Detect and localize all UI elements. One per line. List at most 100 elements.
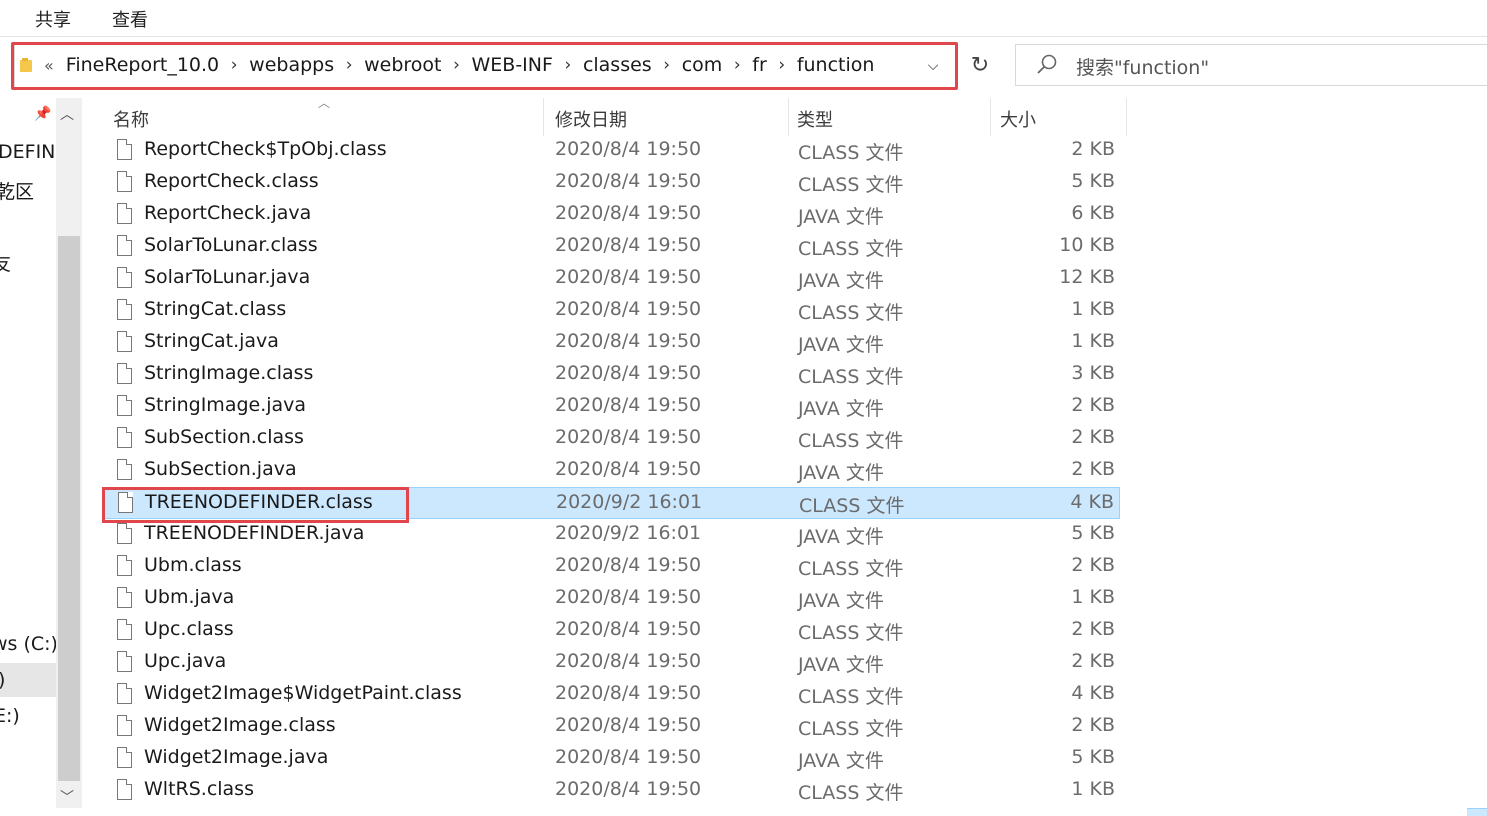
table-row[interactable]: Upc.class 2020/8/4 19:50 CLASS 文件 2 KB [104,615,1120,647]
file-date: 2020/9/2 16:01 [555,522,702,544]
crumb-classes[interactable]: classes [583,54,652,76]
column-header-date[interactable]: 修改日期 [555,106,627,132]
file-name: Widget2Image.java [144,746,329,768]
nav-item-quick[interactable]: DEFIN [0,141,55,163]
overflow-chevron-icon[interactable]: « [44,56,54,75]
table-row[interactable]: StringImage.class 2020/8/4 19:50 CLASS 文件 3… [104,359,1120,391]
file-date: 2020/8/4 19:50 [555,330,702,352]
table-row[interactable]: SolarToLunar.class 2020/8/4 19:50 CLASS 文件… [104,231,1120,263]
table-row[interactable]: ReportCheck.class 2020/8/4 19:50 CLASS 文件 5… [104,167,1120,199]
file-type: CLASS 文件 [798,366,904,388]
crumb-com[interactable]: com [682,54,723,76]
file-size: 2 KB [1071,138,1115,160]
file-size: 5 KB [1071,170,1115,192]
nav-item-drive-c[interactable]: ws (C:) [0,633,58,655]
crumb-function[interactable]: function [797,54,875,76]
file-size: 5 KB [1071,522,1115,544]
column-header-name[interactable]: 名称 [113,106,149,132]
table-row[interactable]: Widget2Image.class 2020/8/4 19:50 CLASS 文件… [104,711,1120,743]
nav-item-4[interactable]: 友 [0,249,11,276]
file-date: 2020/9/2 16:01 [556,491,703,513]
nav-item-drive-e[interactable]: E:) [0,705,20,727]
crumb-separator-icon[interactable]: › [722,55,752,75]
table-row[interactable]: StringImage.java 2020/8/4 19:50 JAVA 文件 2 K… [104,391,1120,423]
table-row[interactable]: SolarToLunar.java 2020/8/4 19:50 JAVA 文件 12… [104,263,1120,295]
table-row[interactable]: StringCat.java 2020/8/4 19:50 JAVA 文件 1 KB [104,327,1120,359]
table-row[interactable]: TREENODEFINDER.java 2020/9/2 16:01 JAVA 文件… [104,519,1120,551]
table-row[interactable]: SubSection.class 2020/8/4 19:50 CLASS 文件 2 … [104,423,1120,455]
ribbon-tab-view[interactable]: 查看 [112,6,148,32]
file-name: Upc.java [144,650,227,672]
crumb-separator-icon[interactable]: › [442,55,472,75]
file-type: CLASS 文件 [798,686,904,708]
file-size: 1 KB [1071,778,1115,800]
scroll-up-icon[interactable]: ︿ [60,104,74,124]
crumb-separator-icon[interactable]: › [767,55,797,75]
table-row[interactable]: SubSection.java 2020/8/4 19:50 JAVA 文件 2 KB [104,455,1120,487]
crumb-separator-icon[interactable]: › [553,55,583,75]
crumb-webroot[interactable]: webroot [364,54,441,76]
column-divider[interactable] [990,98,991,136]
file-type: CLASS 文件 [798,302,904,324]
table-row[interactable]: ReportCheck$TpObj.class 2020/8/4 19:50 CLA… [104,135,1120,167]
file-icon [117,395,132,416]
file-name: StringImage.java [144,394,307,416]
nav-item-3[interactable]: ] [0,213,1,235]
file-type: CLASS 文件 [798,174,904,196]
file-name: TREENODEFINDER.java [144,522,365,544]
address-dropdown-icon[interactable]: ⌵ [922,58,944,76]
file-date: 2020/8/4 19:50 [555,298,702,320]
file-name: Ubm.java [144,586,235,608]
table-row[interactable]: Widget2Image.java 2020/8/4 19:50 JAVA 文件 5 … [104,743,1120,775]
crumb-fr[interactable]: fr [752,54,767,76]
pin-icon[interactable]: 📌 [34,106,51,122]
crumb-separator-icon[interactable]: › [219,55,249,75]
file-date: 2020/8/4 19:50 [555,458,702,480]
file-type: CLASS 文件 [798,142,904,164]
column-divider[interactable] [1126,98,1127,136]
table-row[interactable]: Ubm.class 2020/8/4 19:50 CLASS 文件 2 KB [104,551,1120,583]
nav-scrollbar-thumb[interactable] [58,236,80,781]
crumb-web-inf[interactable]: WEB-INF [472,54,553,76]
file-size: 3 KB [1071,362,1115,384]
table-row[interactable]: Ubm.java 2020/8/4 19:50 JAVA 文件 1 KB [104,583,1120,615]
file-size: 2 KB [1071,618,1115,640]
column-header-type[interactable]: 类型 [797,106,833,132]
crumb-webapps[interactable]: webapps [249,54,334,76]
column-divider[interactable] [543,98,544,136]
nav-item-area[interactable]: 乾区 [0,177,34,204]
scroll-down-icon[interactable]: ﹀ [60,787,74,807]
file-date: 2020/8/4 19:50 [555,266,702,288]
ribbon-tab-share[interactable]: 共享 [35,6,71,32]
file-size: 2 KB [1071,650,1115,672]
table-row[interactable]: Upc.java 2020/8/4 19:50 JAVA 文件 2 KB [104,647,1120,679]
table-row[interactable]: Widget2Image$WidgetPaint.class 2020/8/4 1… [104,679,1120,711]
refresh-icon[interactable]: ↻ [962,50,998,82]
file-icon [117,363,132,384]
file-name: StringCat.java [144,330,279,352]
file-name: SubSection.class [144,426,304,448]
crumb-separator-icon[interactable]: › [652,55,682,75]
table-row[interactable]: TREENODEFINDER.class 2020/9/2 16:01 CLASS … [104,487,1120,519]
file-icon [117,203,132,224]
crumb-finereport[interactable]: FineReport_10.0 [66,54,219,76]
column-header-size[interactable]: 大小 [1000,106,1036,132]
file-name: Widget2Image.class [144,714,336,736]
table-row[interactable]: ReportCheck.java 2020/8/4 19:50 JAVA 文件 6 K… [104,199,1120,231]
nav-selected-item[interactable] [0,663,56,697]
crumb-separator-icon[interactable]: › [334,55,364,75]
file-name: SubSection.java [144,458,297,480]
file-type: JAVA 文件 [798,206,884,228]
table-row[interactable]: WltRS.class 2020/8/4 19:50 CLASS 文件 1 KB [104,775,1120,807]
file-icon [117,747,132,768]
file-type: CLASS 文件 [798,430,904,452]
file-size: 6 KB [1071,202,1115,224]
file-name: StringCat.class [144,298,287,320]
table-row[interactable]: StringCat.class 2020/8/4 19:50 CLASS 文件 1 K… [104,295,1120,327]
file-date: 2020/8/4 19:50 [555,234,702,256]
nav-item-drive-d[interactable]: ) [0,669,5,691]
file-date: 2020/8/4 19:50 [555,682,702,704]
file-icon [117,619,132,640]
column-divider[interactable] [788,98,789,136]
file-date: 2020/8/4 19:50 [555,138,702,160]
